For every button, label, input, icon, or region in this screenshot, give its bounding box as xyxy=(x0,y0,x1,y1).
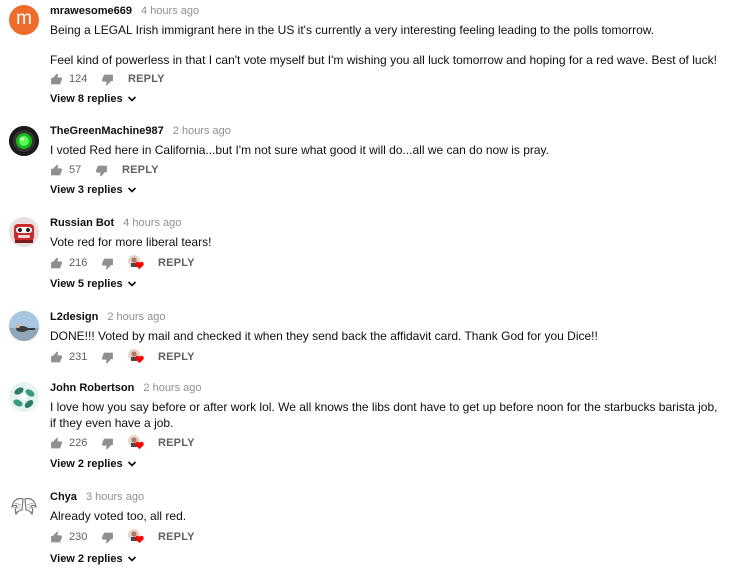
avatar[interactable] xyxy=(9,491,39,521)
thumbs-up-icon[interactable] xyxy=(50,164,63,177)
comment-actions: 231 REPLY xyxy=(50,349,195,365)
view-replies-button[interactable]: View 8 replies xyxy=(50,93,137,105)
chevron-down-icon xyxy=(127,96,136,102)
creator-heart-badge xyxy=(128,435,144,451)
view-replies-label: View 5 replies xyxy=(50,278,123,290)
avatar[interactable] xyxy=(9,382,39,412)
view-replies-button[interactable]: View 2 replies xyxy=(50,553,137,565)
heart-icon xyxy=(135,261,144,270)
chevron-down-icon xyxy=(127,556,136,562)
comment-text-paragraph: I voted Red here in California...but I'm… xyxy=(50,143,549,157)
comment-timestamp[interactable]: 2 hours ago xyxy=(143,382,201,394)
creator-heart-badge xyxy=(128,255,144,271)
comment-author[interactable]: mrawesome669 xyxy=(50,5,132,17)
avatar-letter: m xyxy=(16,8,32,29)
view-replies-label: View 2 replies xyxy=(50,458,123,470)
thumbs-down-icon[interactable] xyxy=(101,437,114,450)
comment-text-paragraph: Already voted too, all red. xyxy=(50,509,187,523)
like-count: 230 xyxy=(69,531,88,543)
like-count: 124 xyxy=(69,73,88,85)
like-count: 216 xyxy=(69,257,88,269)
comment-timestamp[interactable]: 3 hours ago xyxy=(86,491,144,503)
robot-face-icon xyxy=(9,217,39,247)
chevron-down-icon xyxy=(127,281,136,287)
comment-text: I love how you say before or after work … xyxy=(50,399,725,431)
comment-text: I voted Red here in California...but I'm… xyxy=(50,142,725,158)
comment-text-paragraph: DONE!!! Voted by mail and checked it whe… xyxy=(50,329,598,343)
thumbs-up-icon[interactable] xyxy=(50,257,63,270)
avatar[interactable] xyxy=(9,126,39,156)
chevron-down-icon xyxy=(127,461,136,467)
view-replies-label: View 3 replies xyxy=(50,184,123,196)
view-replies-button[interactable]: View 2 replies xyxy=(50,458,137,470)
comment-actions: 230 REPLY xyxy=(50,529,195,545)
comment-author[interactable]: Russian Bot xyxy=(50,217,114,229)
chevron-down-icon xyxy=(127,187,136,193)
comment-timestamp[interactable]: 4 hours ago xyxy=(141,5,199,17)
like-count: 57 xyxy=(69,164,82,176)
thumbs-down-icon[interactable] xyxy=(101,351,114,364)
comment-text: Already voted too, all red. xyxy=(50,508,725,524)
creator-heart-badge xyxy=(128,529,144,545)
wings-icon xyxy=(9,491,39,521)
reply-button[interactable]: REPLY xyxy=(128,73,165,85)
thumbs-up-icon[interactable] xyxy=(50,73,63,86)
comment-author[interactable]: John Robertson xyxy=(50,382,134,394)
creator-heart-badge xyxy=(128,349,144,365)
comment-actions: 57 REPLY xyxy=(50,162,159,178)
comment-author[interactable]: L2design xyxy=(50,311,98,323)
thumbs-down-icon[interactable] xyxy=(101,73,114,86)
reply-button[interactable]: REPLY xyxy=(158,257,195,269)
comment-actions: 226 REPLY xyxy=(50,435,195,451)
reply-button[interactable]: REPLY xyxy=(158,351,195,363)
comment-timestamp[interactable]: 2 hours ago xyxy=(173,125,231,137)
reply-button[interactable]: REPLY xyxy=(158,437,195,449)
comment-text-paragraph: Vote red for more liberal tears! xyxy=(50,235,212,249)
comment-text-paragraph: Being a LEGAL Irish immigrant here in th… xyxy=(50,23,655,37)
reply-button[interactable]: REPLY xyxy=(122,164,159,176)
thumbs-up-icon[interactable] xyxy=(50,437,63,450)
thumbs-up-icon[interactable] xyxy=(50,531,63,544)
comment-text: Being a LEGAL Irish immigrant here in th… xyxy=(50,22,725,68)
comment-actions: 216 REPLY xyxy=(50,255,195,271)
thumbs-down-icon[interactable] xyxy=(101,531,114,544)
reply-button[interactable]: REPLY xyxy=(158,531,195,543)
comment-text: DONE!!! Voted by mail and checked it whe… xyxy=(50,328,725,344)
comment-timestamp[interactable]: 4 hours ago xyxy=(123,217,181,229)
like-count: 231 xyxy=(69,351,88,363)
comment-text: Vote red for more liberal tears! xyxy=(50,234,725,250)
comment-text-paragraph: I love how you say before or after work … xyxy=(50,400,718,430)
thumbs-up-icon[interactable] xyxy=(50,351,63,364)
view-replies-button[interactable]: View 3 replies xyxy=(50,184,137,196)
comment-author[interactable]: Chya xyxy=(50,491,77,503)
avatar[interactable] xyxy=(9,217,39,247)
comment-timestamp[interactable]: 2 hours ago xyxy=(107,311,165,323)
comment-actions: 124 REPLY xyxy=(50,71,165,87)
heart-icon xyxy=(135,441,144,450)
leaf-pattern-icon xyxy=(9,382,39,412)
heart-icon xyxy=(135,535,144,544)
avatar[interactable]: m xyxy=(9,5,39,35)
comment-text-paragraph: Feel kind of powerless in that I can't v… xyxy=(50,53,717,67)
photo-person-icon xyxy=(9,311,39,341)
thumbs-down-icon[interactable] xyxy=(95,164,108,177)
heart-icon xyxy=(135,355,144,364)
like-count: 226 xyxy=(69,437,88,449)
avatar[interactable] xyxy=(9,311,39,341)
view-replies-label: View 8 replies xyxy=(50,93,123,105)
view-replies-button[interactable]: View 5 replies xyxy=(50,278,137,290)
view-replies-label: View 2 replies xyxy=(50,553,123,565)
thumbs-down-icon[interactable] xyxy=(101,257,114,270)
green-light-icon xyxy=(9,126,39,156)
comment-author[interactable]: TheGreenMachine987 xyxy=(50,125,164,137)
